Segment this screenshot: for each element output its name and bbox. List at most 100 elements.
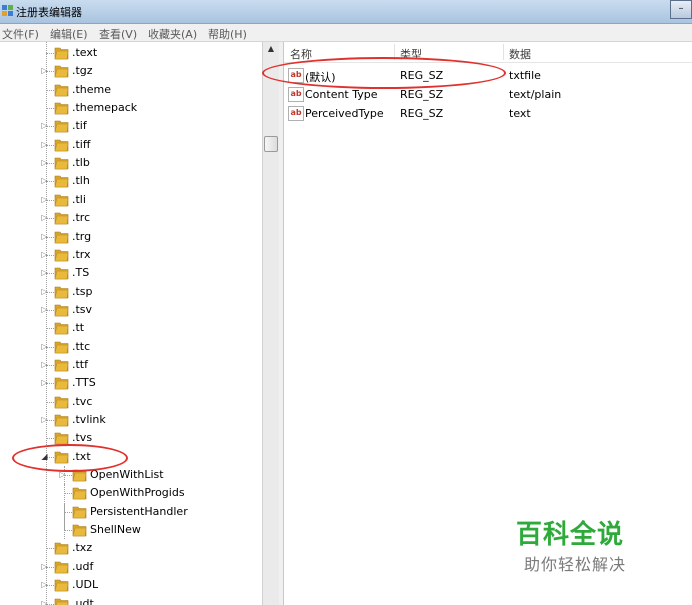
tree-key[interactable]: .theme <box>0 81 262 99</box>
tree-key[interactable]: ▷ .tvlink <box>0 411 262 429</box>
tree-key-label: PersistentHandler <box>90 505 188 518</box>
menu-edit[interactable]: 编辑(E) <box>50 26 88 42</box>
folder-icon <box>54 65 69 78</box>
tree-guide-line <box>46 90 54 91</box>
tree-key[interactable]: .tt <box>0 319 262 337</box>
value-type: REG_SZ <box>400 88 444 101</box>
value-data: txtfile <box>509 69 541 82</box>
folder-icon <box>54 304 69 317</box>
expand-arrow-icon[interactable]: ▷ <box>40 562 49 572</box>
expand-arrow-icon[interactable]: ▷ <box>40 580 49 590</box>
tree-key[interactable]: ▷ .tli <box>0 191 262 209</box>
tree-key[interactable]: ▷ .tiff <box>0 136 262 154</box>
tree-key[interactable]: ▷ .trg <box>0 228 262 246</box>
value-data: text <box>509 107 531 120</box>
tree-key-label: .tli <box>72 193 86 206</box>
folder-icon <box>54 84 69 97</box>
tree-key[interactable]: ▷ .ttf <box>0 356 262 374</box>
scroll-up-arrow-icon[interactable]: ▲ <box>263 44 279 56</box>
tree-guide-line <box>64 512 72 513</box>
menu-favorites[interactable]: 收藏夹(A) <box>148 26 197 42</box>
tree-key-label: .text <box>72 46 98 59</box>
expand-arrow-icon[interactable]: ▷ <box>40 140 49 150</box>
folder-icon <box>54 194 69 207</box>
folder-icon <box>54 286 69 299</box>
tree-key[interactable]: ▷ .UDL <box>0 576 262 594</box>
tree-key[interactable]: ▷ .TS <box>0 264 262 282</box>
tree-key-label: .tsp <box>72 285 93 298</box>
folder-icon <box>54 377 69 390</box>
tree-key[interactable]: ▷ .tlh <box>0 172 262 190</box>
registry-values-list: 名称 类型 数据 ab (默认) REG_SZ txtfile ab Conte… <box>284 42 692 605</box>
expand-arrow-icon[interactable]: ▷ <box>40 378 49 388</box>
tree-key-label: .ttc <box>72 340 91 353</box>
expand-arrow-icon[interactable]: ▷ <box>40 158 49 168</box>
tree-key[interactable]: ▷ .tgz <box>0 62 262 80</box>
tree-key[interactable]: .text <box>0 44 262 62</box>
minimize-button[interactable]: – <box>670 0 692 19</box>
folder-icon <box>54 212 69 225</box>
tree-key[interactable]: ▷ .ttc <box>0 338 262 356</box>
tree-guide-line <box>46 53 54 54</box>
tree-key-label: .trg <box>72 230 92 243</box>
column-divider[interactable] <box>503 44 504 60</box>
registry-key-tree[interactable]: .text ▷ .tgz .theme .themepack ▷ .tif ▷ .tiff ▷ .t… <box>0 42 262 605</box>
tree-key-label: .tlh <box>72 174 90 187</box>
scroll-thumb[interactable] <box>264 136 278 152</box>
tree-guide-line <box>46 548 54 549</box>
expand-arrow-icon[interactable]: ▷ <box>40 121 49 131</box>
list-item[interactable]: ab PerceivedType REG_SZ text <box>284 104 692 122</box>
expand-arrow-icon[interactable]: ▷ <box>40 268 49 278</box>
value-name: Content Type <box>305 88 378 101</box>
tree-key[interactable]: ▷ .udf <box>0 558 262 576</box>
folder-icon <box>72 487 87 500</box>
tree-key[interactable]: ▷ .tsp <box>0 283 262 301</box>
tree-subkey[interactable]: PersistentHandler <box>0 503 262 521</box>
tree-key[interactable]: ▷ .trx <box>0 246 262 264</box>
expand-arrow-icon[interactable]: ▷ <box>40 415 49 425</box>
expand-arrow-icon[interactable]: ▷ <box>40 360 49 370</box>
folder-icon <box>54 396 69 409</box>
tree-scrollbar[interactable]: ▲ <box>262 42 280 605</box>
tree-key-label: .udf <box>72 560 94 573</box>
window-title: 注册表编辑器 <box>16 6 82 19</box>
column-header-data[interactable]: 数据 <box>509 46 531 62</box>
expand-arrow-icon[interactable]: ▷ <box>40 287 49 297</box>
tree-key[interactable]: .tvs <box>0 429 262 447</box>
tree-key-label: .tif <box>72 119 87 132</box>
tree-key[interactable]: ▷ .udt <box>0 595 262 605</box>
folder-icon <box>54 47 69 60</box>
tree-subkey[interactable]: ShellNew <box>0 521 262 539</box>
expand-arrow-icon[interactable]: ▷ <box>40 66 49 76</box>
tree-key-label: .UDL <box>72 578 99 591</box>
tree-key[interactable]: .themepack <box>0 99 262 117</box>
folder-icon <box>72 506 87 519</box>
tree-key-label: .tvc <box>72 395 93 408</box>
tree-key[interactable]: ▷ .tif <box>0 117 262 135</box>
expand-arrow-icon[interactable]: ▷ <box>40 213 49 223</box>
expand-arrow-icon[interactable]: ▷ <box>40 250 49 260</box>
menu-file[interactable]: 文件(F) <box>2 26 39 42</box>
tree-key[interactable]: .txz <box>0 539 262 557</box>
folder-icon <box>54 267 69 280</box>
expand-arrow-icon[interactable]: ▷ <box>40 599 49 605</box>
tree-key[interactable]: ▷ .tlb <box>0 154 262 172</box>
expand-arrow-icon[interactable]: ▷ <box>40 232 49 242</box>
menu-help[interactable]: 帮助(H) <box>208 26 247 42</box>
expand-arrow-icon[interactable]: ▷ <box>40 195 49 205</box>
tree-key[interactable]: ▷ .TTS <box>0 374 262 392</box>
folder-icon <box>54 175 69 188</box>
tree-key[interactable]: ▷ .trc <box>0 209 262 227</box>
menu-view[interactable]: 查看(V) <box>99 26 137 42</box>
menu-bar: 文件(F) 编辑(E) 查看(V) 收藏夹(A) 帮助(H) <box>0 24 692 42</box>
tree-key[interactable]: .tvc <box>0 393 262 411</box>
expand-arrow-icon[interactable]: ▷ <box>40 176 49 186</box>
tree-subkey[interactable]: OpenWithProgids <box>0 484 262 502</box>
folder-icon <box>54 249 69 262</box>
folder-icon <box>54 231 69 244</box>
tree-key-label: .udt <box>72 597 94 605</box>
expand-arrow-icon[interactable]: ▷ <box>40 342 49 352</box>
tree-key[interactable]: ▷ .tsv <box>0 301 262 319</box>
expand-arrow-icon[interactable]: ▷ <box>40 305 49 315</box>
tree-key-label: OpenWithList <box>90 468 164 481</box>
